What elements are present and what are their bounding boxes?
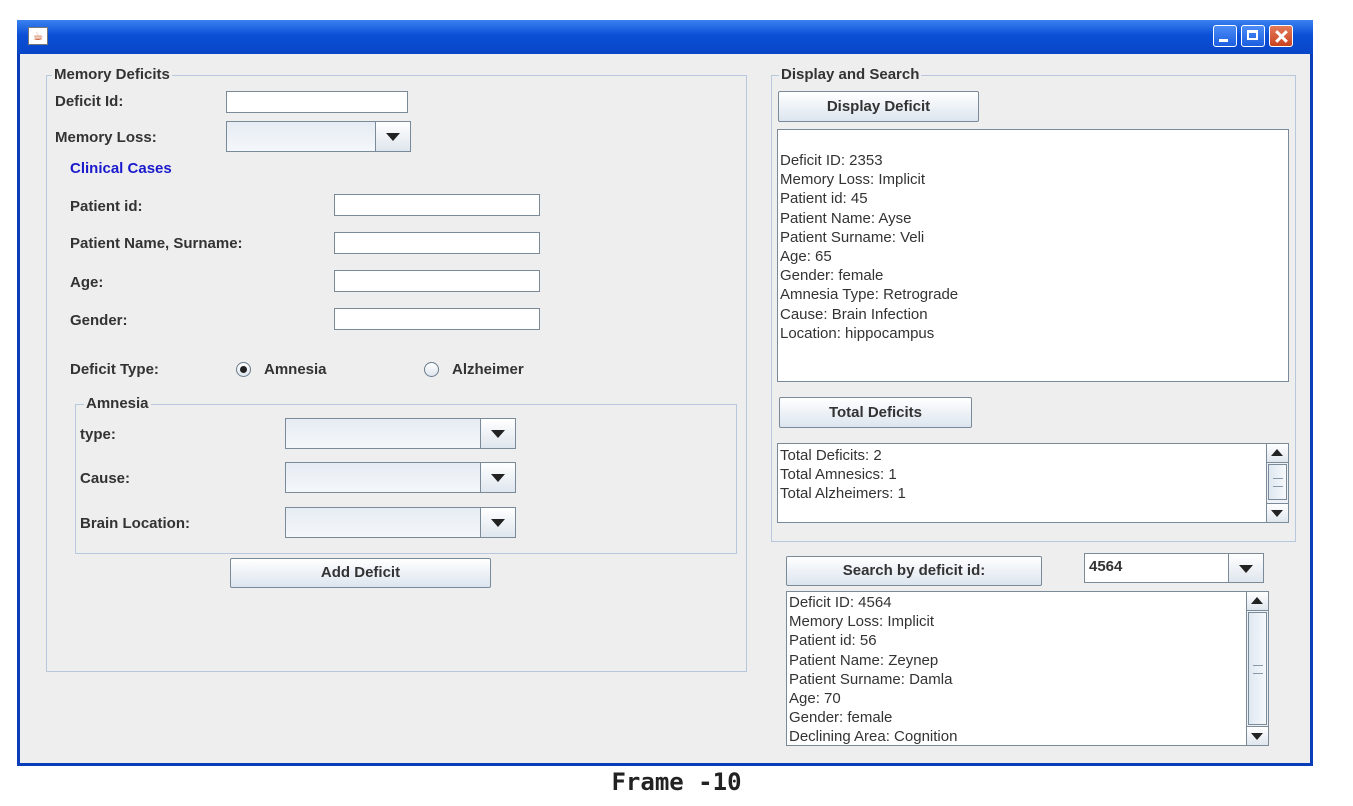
scroll-up-icon[interactable] [1267, 444, 1288, 463]
minimize-button[interactable] [1213, 25, 1237, 47]
memory-deficits-group-title: Memory Deficits [52, 66, 172, 83]
java-app-icon[interactable]: ☕ [28, 27, 48, 45]
total-deficits-button[interactable]: Total Deficits [779, 397, 972, 428]
amnesia-radio[interactable] [236, 362, 251, 377]
total-line: Total Alzheimers: 1 [780, 485, 906, 503]
display-line: Patient id: 45 [780, 190, 868, 208]
amnesia-type-label: type: [80, 426, 116, 443]
total-line: Total Amnesics: 1 [780, 466, 897, 484]
display-result-area[interactable]: Deficit ID: 2353 Memory Loss: Implicit P… [777, 129, 1289, 382]
age-field[interactable] [334, 270, 540, 292]
close-button[interactable] [1269, 25, 1293, 47]
brain-location-label: Brain Location: [80, 515, 191, 532]
scroll-down-icon[interactable] [1267, 503, 1288, 522]
cause-combo[interactable] [285, 462, 516, 493]
add-deficit-button[interactable]: Add Deficit [230, 558, 491, 588]
display-deficit-button[interactable]: Display Deficit [778, 91, 979, 122]
alzheimer-radio[interactable] [424, 362, 439, 377]
total-scrollbar[interactable] [1266, 444, 1288, 522]
scroll-up-icon[interactable] [1247, 592, 1268, 611]
chevron-down-icon[interactable] [480, 463, 515, 492]
search-deficit-id-value: 4564 [1089, 558, 1123, 575]
scroll-thumb[interactable] [1248, 612, 1267, 725]
brain-location-combo[interactable] [285, 507, 516, 538]
patient-name-label: Patient Name, Surname: [70, 235, 243, 252]
search-line: Gender: female [789, 709, 893, 727]
total-line: Total Deficits: 2 [780, 447, 882, 464]
deficit-type-label: Deficit Type: [70, 361, 159, 378]
patient-id-label: Patient id: [70, 198, 143, 215]
deficit-id-field[interactable] [226, 91, 408, 113]
figure-caption: Frame -10 [611, 768, 742, 796]
chevron-down-icon[interactable] [480, 419, 515, 448]
search-by-deficit-id-button[interactable]: Search by deficit id: [786, 556, 1042, 586]
search-scrollbar[interactable] [1246, 592, 1268, 745]
patient-id-field[interactable] [334, 194, 540, 216]
search-line: Patient Surname: Damla [789, 670, 953, 688]
chevron-down-icon[interactable] [1228, 554, 1263, 582]
search-line: Age: 70 [789, 690, 841, 708]
patient-name-field[interactable] [334, 232, 540, 254]
display-line: Gender: female [780, 267, 884, 285]
chevron-down-icon[interactable] [480, 508, 515, 537]
display-line: Patient Name: Ayse [780, 209, 912, 227]
chevron-down-icon[interactable] [375, 122, 410, 151]
clinical-cases-label: Clinical Cases [70, 160, 172, 177]
total-result-area[interactable]: Total Deficits: 2 Total Amnesics: 1 Tota… [777, 443, 1289, 523]
amnesia-radio-label[interactable]: Amnesia [264, 361, 327, 378]
display-line: Location: hippocampus [780, 324, 935, 342]
gender-field[interactable] [334, 308, 540, 330]
gender-label: Gender: [70, 312, 128, 329]
display-line: Cause: Brain Infection [780, 305, 928, 323]
search-line: Patient Name: Zeynep [789, 651, 939, 669]
memory-loss-combo[interactable] [226, 121, 411, 152]
search-line: Deficit ID: 4564 [789, 594, 892, 611]
search-result-area[interactable]: Deficit ID: 4564 Memory Loss: Implicit P… [786, 591, 1269, 746]
scroll-down-icon[interactable] [1247, 726, 1268, 745]
cause-label: Cause: [80, 470, 131, 487]
memory-loss-label: Memory Loss: [55, 129, 157, 146]
deficit-id-label: Deficit Id: [55, 93, 124, 110]
scroll-thumb[interactable] [1268, 464, 1287, 500]
title-bar[interactable]: ☕ [17, 20, 1313, 54]
amnesia-type-combo[interactable] [285, 418, 516, 449]
display-line: Age: 65 [780, 248, 832, 266]
display-search-group-title: Display and Search [779, 66, 922, 83]
display-line: Deficit ID: 2353 [780, 152, 883, 169]
amnesia-group-title: Amnesia [84, 395, 151, 412]
display-line: Amnesia Type: Retrograde [780, 286, 959, 304]
display-line: Patient Surname: Veli [780, 228, 925, 246]
alzheimer-radio-label[interactable]: Alzheimer [452, 361, 524, 378]
display-line: Memory Loss: Implicit [780, 171, 926, 189]
search-line: Declining Area: Cognition [789, 728, 958, 746]
search-line: Memory Loss: Implicit [789, 613, 935, 631]
maximize-button[interactable] [1241, 25, 1265, 47]
search-deficit-id-combo[interactable]: 4564 [1084, 553, 1264, 583]
search-line: Patient id: 56 [789, 632, 877, 650]
age-label: Age: [70, 274, 104, 291]
